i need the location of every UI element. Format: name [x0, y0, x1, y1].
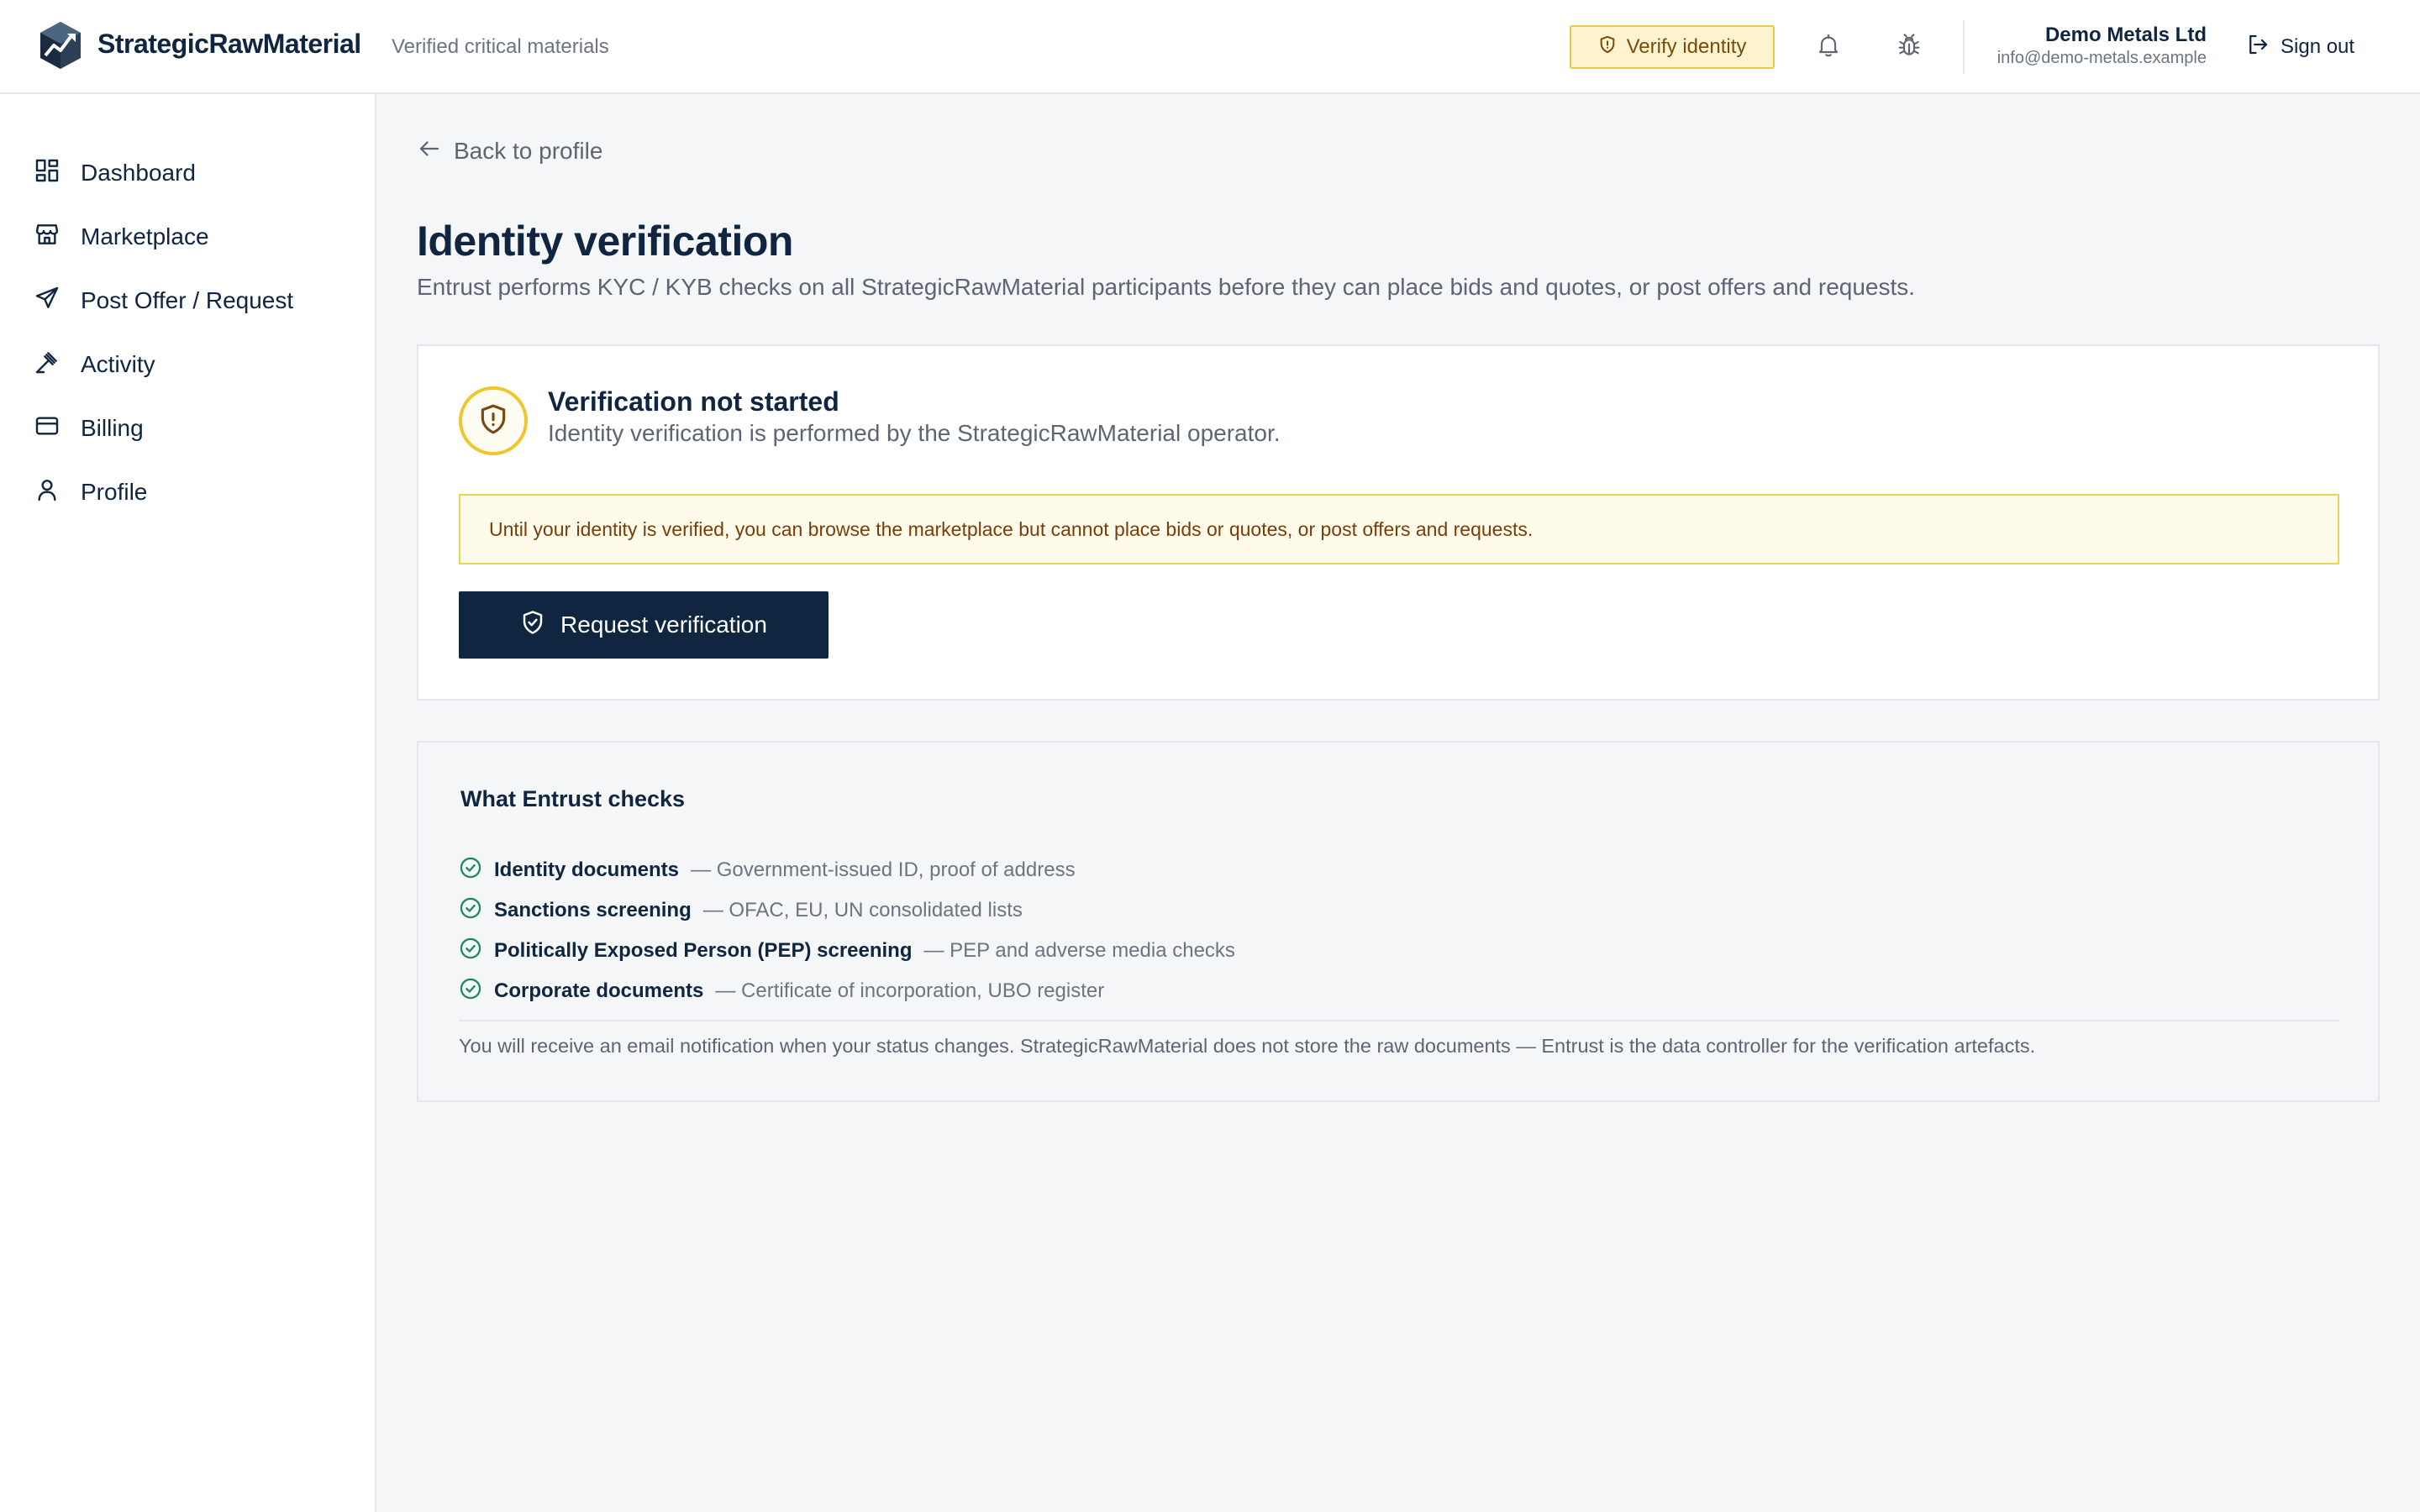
dashboard-icon [34, 157, 60, 190]
status-badge [459, 386, 528, 455]
check-circle-icon [459, 896, 482, 926]
sidebar-item-marketplace[interactable]: Marketplace [34, 213, 353, 260]
sidebar-item-activity[interactable]: Activity [34, 341, 353, 388]
arrow-left-icon [417, 136, 442, 167]
send-icon [34, 285, 60, 318]
check-description: — PEP and adverse media checks [923, 939, 1235, 962]
divider [459, 1020, 2339, 1021]
check-circle-icon [459, 937, 482, 966]
credit-card-icon [34, 412, 60, 445]
check-description: — Government-issued ID, proof of address [691, 858, 1076, 881]
shield-check-icon [520, 610, 545, 641]
verify-identity-label: Verify identity [1626, 35, 1747, 58]
verify-identity-button[interactable]: Verify identity [1570, 25, 1775, 69]
check-name: Politically Exposed Person (PEP) screeni… [494, 939, 913, 962]
list-item: Identity documents — Government-issued I… [459, 853, 1076, 887]
sign-out-button[interactable]: Sign out [2245, 30, 2354, 64]
check-description: — Certificate of incorporation, UBO regi… [715, 979, 1105, 1002]
bug-icon [1896, 32, 1923, 63]
verification-status-card: Verification not started Identity verifi… [417, 344, 2380, 701]
brand-name[interactable]: StrategicRawMaterial [97, 29, 361, 60]
back-link-label: Back to profile [454, 138, 603, 164]
list-item: Sanctions screening — OFAC, EU, UN conso… [459, 894, 1023, 927]
back-to-profile-link[interactable]: Back to profile [417, 133, 602, 170]
shield-alert-icon [477, 403, 509, 439]
sidebar-item-label: Marketplace [81, 223, 209, 249]
sidebar-item-label: Dashboard [81, 160, 196, 186]
check-circle-icon [459, 856, 482, 885]
list-item: Politically Exposed Person (PEP) screeni… [459, 934, 1235, 968]
top-header: StrategicRawMaterial Verified critical m… [0, 0, 2420, 94]
check-name: Sanctions screening [494, 899, 692, 921]
list-item: Corporate documents — Certificate of inc… [459, 974, 1104, 1008]
logo-icon[interactable] [37, 20, 84, 71]
request-verification-button[interactable]: Request verification [459, 591, 829, 659]
sidebar-item-label: Post Offer / Request [81, 287, 294, 313]
sidebar-item-profile[interactable]: Profile [34, 469, 353, 516]
sidebar-item-billing[interactable]: Billing [34, 405, 353, 452]
sidebar: Dashboard Marketplace Post Offer / Reque… [0, 94, 376, 1512]
checks-title: What Entrust checks [460, 786, 686, 811]
warning-notice: Until your identity is verified, you can… [459, 494, 2339, 564]
status-description: Identity verification is performed by th… [548, 420, 1281, 446]
header-divider [1963, 20, 1965, 74]
check-name: Identity documents [494, 858, 680, 881]
sidebar-item-label: Activity [81, 351, 155, 377]
sidebar-item-label: Billing [81, 415, 144, 441]
sidebar-item-post-offer-request[interactable]: Post Offer / Request [34, 277, 353, 324]
brand-tagline: Verified critical materials [392, 35, 609, 58]
check-description: — OFAC, EU, UN consolidated lists [702, 899, 1023, 921]
gavel-icon [34, 349, 60, 381]
store-icon [34, 221, 60, 254]
shield-alert-icon [1598, 35, 1617, 60]
notifications-button[interactable] [1808, 27, 1849, 67]
request-verification-label: Request verification [560, 612, 767, 638]
page-title: Identity verification [417, 218, 793, 265]
entrust-checks-panel: What Entrust checks Identity documents —… [417, 741, 2380, 1102]
bell-icon [1815, 32, 1842, 63]
user-icon [34, 476, 60, 509]
sign-out-label: Sign out [2281, 35, 2355, 58]
account-email: info@demo-metals.example [1996, 49, 2207, 67]
account-name: Demo Metals Ltd [2044, 24, 2207, 46]
page-subtitle: Entrust performs KYC / KYB checks on all… [417, 274, 1916, 300]
sidebar-item-label: Profile [81, 479, 148, 505]
status-title: Verification not started [548, 386, 839, 417]
report-bug-button[interactable] [1889, 27, 1929, 67]
sidebar-item-dashboard[interactable]: Dashboard [34, 150, 353, 197]
sign-out-icon [2245, 32, 2270, 63]
check-circle-icon [459, 977, 482, 1006]
checks-note: You will receive an email notification w… [459, 1035, 2036, 1057]
check-name: Corporate documents [494, 979, 704, 1002]
